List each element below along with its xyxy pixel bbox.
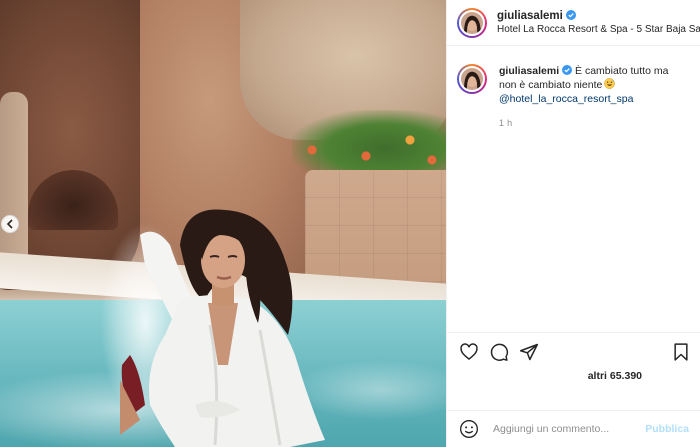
post-details-panel: giuliasalemi Hotel La Rocca Resort & Spa… xyxy=(446,0,700,447)
heart-icon xyxy=(460,343,478,361)
add-comment-bar: Pubblica xyxy=(447,410,700,447)
action-bar xyxy=(447,332,700,370)
comment-icon xyxy=(490,343,509,361)
comment-button[interactable] xyxy=(489,342,509,362)
likes-count[interactable]: altri 65.390 xyxy=(588,370,642,382)
like-button[interactable] xyxy=(459,342,479,362)
grinning-sweat-emoji-icon xyxy=(604,78,616,89)
post-header: giuliasalemi Hotel La Rocca Resort & Spa… xyxy=(447,0,700,46)
avatar[interactable] xyxy=(457,7,487,38)
woman-figure xyxy=(120,205,340,447)
smiley-icon xyxy=(460,420,478,438)
save-button[interactable] xyxy=(671,342,691,362)
post-timestamp[interactable]: 1 h xyxy=(499,116,685,130)
mention-link[interactable]: @hotel_la_rocca_resort_spa xyxy=(499,92,685,106)
chevron-left-icon xyxy=(6,219,13,229)
paper-plane-icon xyxy=(519,343,539,361)
comment-input[interactable] xyxy=(493,423,643,435)
avatar-image xyxy=(461,68,483,90)
share-button[interactable] xyxy=(519,342,539,362)
flower-plants xyxy=(292,110,446,174)
publish-button[interactable]: Pubblica xyxy=(645,423,689,435)
avatar[interactable] xyxy=(457,64,487,94)
verified-badge-icon xyxy=(562,65,573,75)
caption-comment: giuliasalemi È cambiato tutto ma non è c… xyxy=(447,46,700,130)
bookmark-icon xyxy=(674,343,688,361)
avatar-image xyxy=(461,11,483,34)
verified-badge-icon xyxy=(565,9,576,20)
emoji-picker-button[interactable] xyxy=(459,419,479,439)
location-link[interactable]: Hotel La Rocca Resort & Spa - 5 Star Baj… xyxy=(497,23,700,37)
username-link[interactable]: giuliasalemi xyxy=(497,10,563,22)
carousel-prev-button[interactable] xyxy=(1,215,19,233)
caption-username-link[interactable]: giuliasalemi xyxy=(499,65,559,77)
post-photo[interactable] xyxy=(0,0,446,447)
